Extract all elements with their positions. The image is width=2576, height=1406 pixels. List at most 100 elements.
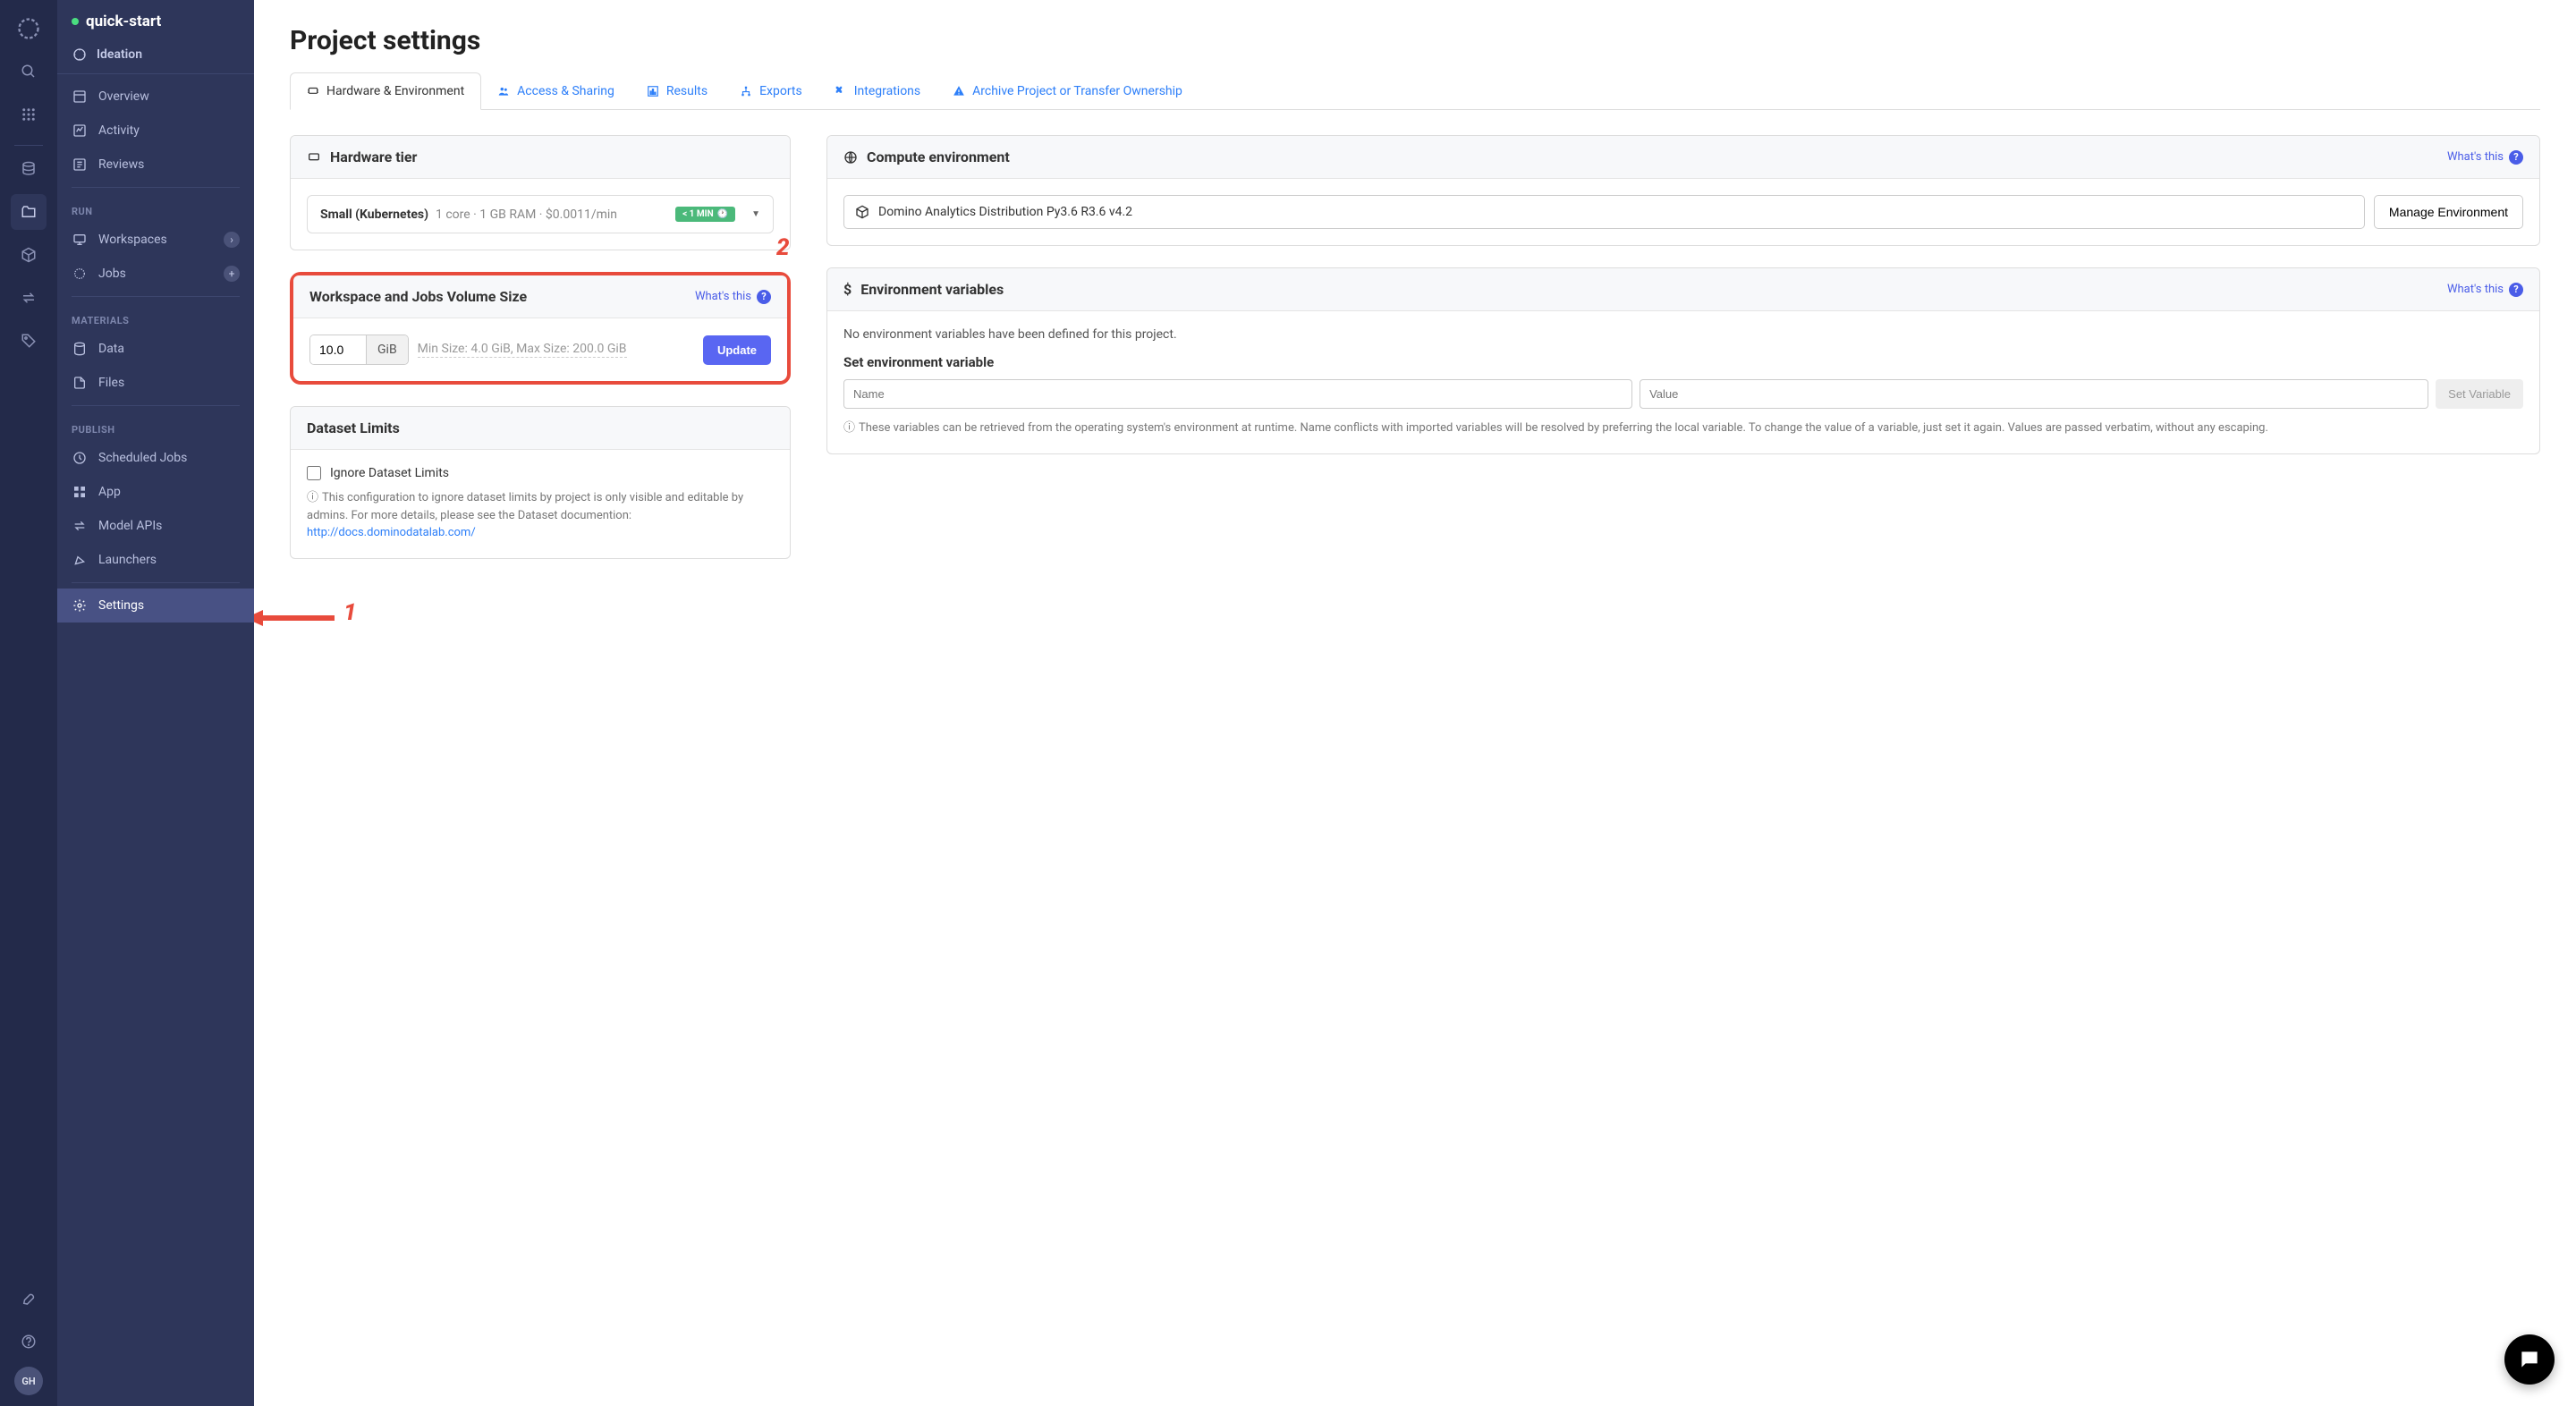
envvar-value-input[interactable]	[1640, 379, 2428, 409]
sidebar-item-settings[interactable]: Settings	[57, 589, 254, 623]
tab-results[interactable]: Results	[631, 72, 724, 109]
wrench-icon[interactable]	[11, 1281, 47, 1317]
tier-spec: 1 core · 1 GB RAM · $0.0011/min	[436, 208, 617, 222]
environment-select[interactable]: Domino Analytics Distribution Py3.6 R3.6…	[843, 195, 2365, 229]
chevron-down-icon: ▼	[751, 209, 760, 219]
tab-integrations[interactable]: Integrations	[818, 72, 936, 109]
manage-environment-button[interactable]: Manage Environment	[2374, 195, 2523, 229]
database-icon[interactable]	[11, 151, 47, 187]
sidebar-item-scheduled-jobs[interactable]: Scheduled Jobs	[57, 441, 254, 475]
tab-label: Exports	[759, 84, 802, 98]
plus-icon[interactable]: +	[224, 266, 240, 282]
sidebar-divider	[72, 405, 240, 406]
sidebar-item-label: Data	[98, 342, 124, 356]
panel-title: Dataset Limits	[307, 419, 400, 436]
question-icon: ?	[757, 290, 771, 304]
tab-access[interactable]: Access & Sharing	[481, 72, 631, 109]
sidebar-item-activity[interactable]: Activity	[57, 114, 254, 148]
reviews-icon	[72, 157, 88, 173]
chat-bubble-button[interactable]	[2504, 1334, 2555, 1385]
folder-icon[interactable]	[11, 194, 47, 230]
clock-icon	[72, 450, 88, 466]
tab-label: Access & Sharing	[517, 84, 614, 98]
sidebar-item-workspaces[interactable]: Workspaces ›	[57, 223, 254, 257]
sidebar-item-data[interactable]: Data	[57, 332, 254, 366]
annotation-number-2: 2	[776, 234, 790, 261]
volume-hint: Min Size: 4.0 GiB, Max Size: 200.0 GiB	[418, 342, 627, 358]
icon-rail: GH	[0, 0, 57, 1406]
hardware-tier-select[interactable]: Small (Kubernetes) 1 core · 1 GB RAM · $…	[307, 195, 774, 233]
sidebar-item-app[interactable]: App	[57, 475, 254, 509]
tab-exports[interactable]: Exports	[724, 72, 818, 109]
section-label-publish: PUBLISH	[57, 411, 254, 441]
globe-icon	[843, 150, 858, 165]
users-icon	[497, 85, 510, 97]
help-icon[interactable]	[11, 1324, 47, 1359]
info-icon: ⓘ	[843, 419, 855, 437]
sidebar-item-label: App	[98, 485, 121, 499]
annotation-arrow-1	[254, 605, 343, 631]
api-icon	[72, 518, 88, 534]
envvars-empty-text: No environment variables have been defin…	[843, 327, 2523, 342]
question-icon: ?	[2509, 283, 2523, 297]
sidebar-item-label: Model APIs	[98, 519, 162, 533]
tab-hardware[interactable]: Hardware & Environment	[290, 72, 481, 110]
sidebar-item-jobs[interactable]: Jobs +	[57, 257, 254, 291]
sitemap-icon	[740, 85, 752, 97]
tab-label: Results	[666, 84, 708, 98]
sidebar-divider	[72, 187, 240, 188]
sidebar-item-model-apis[interactable]: Model APIs	[57, 509, 254, 543]
page-title: Project settings	[290, 25, 2540, 56]
set-variable-button[interactable]: Set Variable	[2436, 379, 2523, 409]
tier-badge: < 1 MIN 🕐	[675, 207, 735, 222]
tab-archive[interactable]: Archive Project or Transfer Ownership	[936, 72, 1199, 109]
avatar[interactable]: GH	[14, 1367, 43, 1395]
volume-size-input[interactable]	[310, 335, 366, 364]
logo-icon[interactable]	[11, 11, 47, 47]
panel-title: Hardware tier	[330, 148, 417, 165]
file-icon	[72, 375, 88, 391]
gear-icon	[72, 597, 88, 614]
info-icon: ⓘ	[307, 489, 318, 507]
cube-icon[interactable]	[11, 237, 47, 273]
whats-this-link[interactable]: What's this ?	[695, 290, 771, 304]
volume-size-panel: Workspace and Jobs Volume Size What's th…	[290, 272, 791, 385]
ignore-dataset-limits-checkbox[interactable]	[307, 466, 321, 480]
env-variables-panel: $ Environment variables What's this ? No…	[826, 267, 2540, 454]
whats-this-link[interactable]: What's this ?	[2447, 150, 2523, 165]
volume-unit: GiB	[366, 335, 408, 364]
panel-title: Environment variables	[860, 281, 1004, 298]
sidebar-item-label: Launchers	[98, 553, 157, 567]
compute-environment-panel: Compute environment What's this ? Domino…	[826, 135, 2540, 246]
whats-this-link[interactable]: What's this ?	[2447, 283, 2523, 297]
sidebar-item-launchers[interactable]: Launchers	[57, 543, 254, 577]
monitor-icon	[72, 232, 88, 248]
sidebar-item-reviews[interactable]: Reviews	[57, 148, 254, 182]
dataset-docs-link[interactable]: http://docs.dominodatalab.com/	[307, 526, 476, 539]
ideation-row[interactable]: Ideation	[57, 39, 254, 74]
sidebar-item-overview[interactable]: Overview	[57, 80, 254, 114]
panel-title: Workspace and Jobs Volume Size	[309, 288, 527, 305]
sidebar-item-label: Workspaces	[98, 233, 167, 247]
search-icon[interactable]	[11, 54, 47, 89]
rail-divider	[14, 145, 43, 146]
dataset-limits-panel: Dataset Limits Ignore Dataset Limits ⓘTh…	[290, 406, 791, 559]
sidebar: quick-start Ideation Overview Activity R…	[57, 0, 254, 1406]
tag-icon[interactable]	[11, 323, 47, 359]
chart-icon	[647, 85, 659, 97]
envvar-name-input[interactable]	[843, 379, 1632, 409]
sidebar-item-label: Reviews	[98, 157, 144, 172]
transfer-icon[interactable]	[11, 280, 47, 316]
jobs-icon	[72, 266, 88, 282]
sidebar-item-label: Scheduled Jobs	[98, 451, 187, 465]
update-button[interactable]: Update	[703, 335, 771, 365]
sidebar-item-label: Activity	[98, 123, 140, 138]
annotation-number-1: 1	[343, 599, 357, 626]
compass-icon	[72, 47, 88, 63]
tabs: Hardware & Environment Access & Sharing …	[290, 72, 2540, 110]
activity-icon	[72, 123, 88, 139]
sidebar-item-files[interactable]: Files	[57, 366, 254, 400]
grid-icon[interactable]	[11, 97, 47, 132]
chevron-right-icon: ›	[224, 232, 240, 248]
clock-icon: 🕐	[717, 209, 728, 219]
